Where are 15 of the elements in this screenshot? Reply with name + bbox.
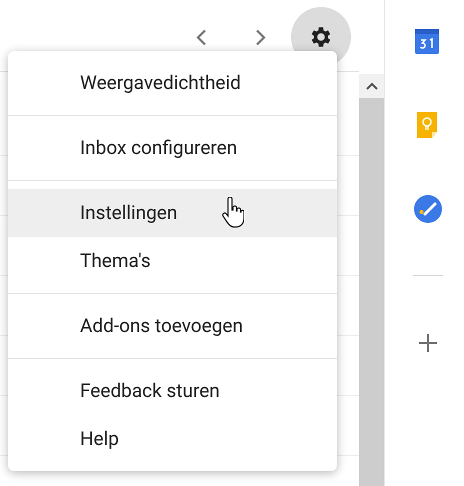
menu-item[interactable]: Thema's [8, 237, 337, 285]
previous-icon[interactable] [195, 29, 207, 46]
menu-item[interactable]: Inbox configureren [8, 124, 337, 172]
menu-item[interactable]: Feedback sturen [8, 367, 337, 415]
tasks-icon[interactable] [414, 195, 442, 223]
next-icon[interactable] [255, 29, 267, 46]
menu-item[interactable]: Instellingen [8, 189, 337, 237]
hand-cursor-icon [222, 197, 244, 229]
add-icon[interactable] [419, 334, 437, 352]
menu-item[interactable]: Weergavedichtheid [8, 59, 337, 107]
scrollbar[interactable] [359, 74, 384, 486]
calendar-icon[interactable] [415, 28, 439, 54]
menu-item[interactable]: Add-ons toevoegen [8, 302, 337, 350]
menu-item[interactable]: Help [8, 415, 337, 463]
scroll-up-icon[interactable] [366, 82, 378, 90]
